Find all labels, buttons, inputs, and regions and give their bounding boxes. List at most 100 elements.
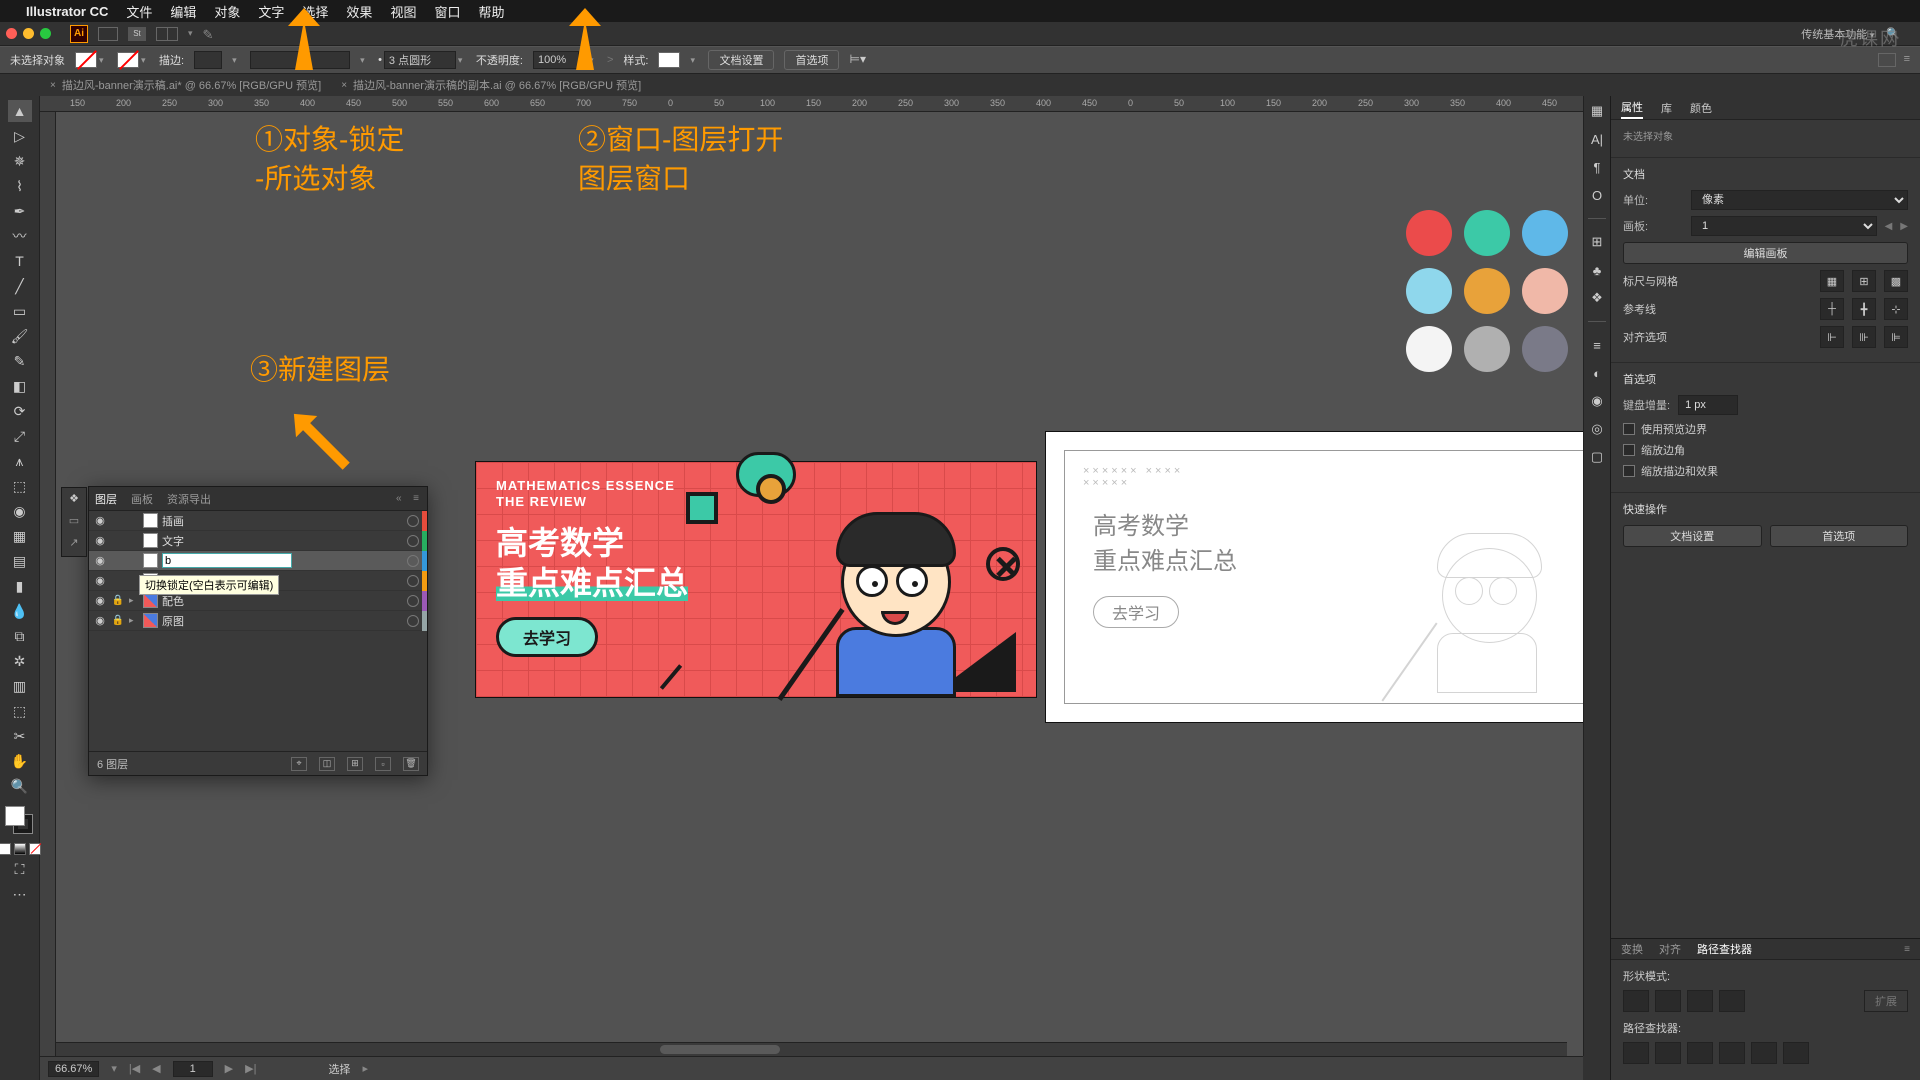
minus-front-icon[interactable] <box>1655 990 1681 1012</box>
zoom-level[interactable]: 66.67% <box>48 1061 99 1077</box>
trim-icon[interactable] <box>1655 1042 1681 1064</box>
appearance-panel-icon[interactable]: ◎ <box>1588 420 1606 438</box>
tab-libraries[interactable]: 库 <box>1661 100 1672 116</box>
gradient-panel-icon[interactable]: ◐ <box>1588 364 1606 382</box>
slice-tool[interactable]: ✂ <box>8 725 32 747</box>
stroke-profile-input[interactable] <box>384 51 456 69</box>
new-layer-icon[interactable]: ▫ <box>375 757 391 771</box>
type-tool[interactable]: T <box>8 250 32 272</box>
rectangle-tool[interactable]: ▭ <box>8 300 32 322</box>
gradient-tool[interactable]: ▮ <box>8 575 32 597</box>
exclude-icon[interactable] <box>1719 990 1745 1012</box>
preferences-button[interactable]: 首选项 <box>784 50 839 70</box>
hand-tool[interactable]: ✋ <box>8 750 32 772</box>
color-mode-gradient[interactable] <box>14 843 26 855</box>
stroke-panel-icon[interactable]: ≡ <box>1588 336 1606 354</box>
smart-guides-icon[interactable]: ⊹ <box>1884 298 1908 320</box>
snap-grid-icon[interactable]: ⊫ <box>1884 326 1908 348</box>
palette-swatch[interactable] <box>1522 326 1568 372</box>
tab-color[interactable]: 颜色 <box>1690 100 1712 116</box>
direct-selection-tool[interactable]: ▷ <box>8 125 32 147</box>
layer-row[interactable]: ◉🔒 ▸ 原图 <box>89 611 427 631</box>
layer-name[interactable]: 插画 <box>162 513 403 529</box>
menu-type[interactable]: 文字 <box>258 2 284 21</box>
visibility-toggle-icon[interactable]: ◉ <box>93 594 107 607</box>
crop-icon[interactable] <box>1719 1042 1745 1064</box>
brushes-panel-icon[interactable]: ♣ <box>1588 261 1606 279</box>
nav-prev-icon[interactable]: ◀ <box>152 1062 160 1075</box>
paintbrush-tool[interactable]: 🖌 <box>8 325 32 347</box>
tab-layers[interactable]: 图层 <box>95 491 117 507</box>
palette-swatch[interactable] <box>1464 326 1510 372</box>
menu-help[interactable]: 帮助 <box>478 2 504 21</box>
locate-object-icon[interactable]: ⌖ <box>291 757 307 771</box>
palette-swatch[interactable] <box>1464 210 1510 256</box>
mesh-tool[interactable]: ▤ <box>8 550 32 572</box>
document-tab-1[interactable]: × 描边风-banner演示稿.ai* @ 66.67% [RGB/GPU 预览… <box>40 74 331 96</box>
symbol-sprayer-tool[interactable]: ✲ <box>8 650 32 672</box>
zoom-tool[interactable]: 🔍 <box>8 775 32 797</box>
tab-align[interactable]: 对齐 <box>1659 941 1681 957</box>
document-tab-2[interactable]: × 描边风-banner演示稿的副本.ai @ 66.67% [RGB/GPU … <box>331 74 651 96</box>
column-graph-tool[interactable]: ▥ <box>8 675 32 697</box>
lock-icon[interactable]: 🔒 <box>111 595 125 606</box>
stroke-dropdown-icon[interactable]: ▾ <box>141 55 149 66</box>
nav-last-icon[interactable]: ▶| <box>245 1062 256 1075</box>
palette-swatch[interactable] <box>1522 210 1568 256</box>
menu-view[interactable]: 视图 <box>390 2 416 21</box>
visibility-toggle-icon[interactable]: ◉ <box>93 554 107 567</box>
opentype-panel-icon[interactable]: O <box>1588 186 1606 204</box>
snap-pixel-icon[interactable]: ⊩ <box>1820 326 1844 348</box>
swatches-panel-icon[interactable]: ⊞ <box>1588 233 1606 251</box>
target-icon[interactable] <box>407 555 419 567</box>
artboard-select[interactable]: 1 <box>1691 216 1877 236</box>
outline-icon[interactable] <box>1751 1042 1777 1064</box>
transparency-grid-icon[interactable]: ▩ <box>1884 270 1908 292</box>
tab-asset-export[interactable]: 资源导出 <box>167 491 211 507</box>
artboards-panel-icon[interactable]: ▭ <box>66 514 82 530</box>
nav-next-icon[interactable]: ▶ <box>225 1062 233 1075</box>
visibility-toggle-icon[interactable]: ◉ <box>93 534 107 547</box>
snap-point-icon[interactable]: ⊪ <box>1852 326 1876 348</box>
prev-artboard-icon[interactable]: ◀ <box>1885 221 1893 232</box>
menu-effect[interactable]: 效果 <box>346 2 372 21</box>
edit-toolbar-icon[interactable]: ⋯ <box>8 883 32 905</box>
document-setup-button[interactable]: 文档设置 <box>708 50 774 70</box>
fill-swatch[interactable] <box>75 52 97 68</box>
merge-icon[interactable] <box>1687 1042 1713 1064</box>
rotate-tool[interactable]: ⟳ <box>8 400 32 422</box>
checkbox-scale-corners[interactable] <box>1623 444 1635 456</box>
visibility-toggle-icon[interactable]: ◉ <box>93 574 107 587</box>
arrange-dropdown-icon[interactable]: ▾ <box>188 28 193 39</box>
eyedropper-tool[interactable]: 💧 <box>8 600 32 622</box>
app-name[interactable]: Illustrator CC <box>26 4 108 19</box>
checkbox-preview-bounds[interactable] <box>1623 423 1635 435</box>
palette-swatch[interactable] <box>1406 326 1452 372</box>
eraser-tool[interactable]: ◧ <box>8 375 32 397</box>
show-guides-icon[interactable]: ┼ <box>1820 298 1844 320</box>
expand-button[interactable]: 扩展 <box>1864 990 1908 1012</box>
target-icon[interactable] <box>407 615 419 627</box>
control-menu-icon[interactable]: ≡ <box>1904 53 1910 67</box>
character-panel-icon[interactable]: A| <box>1588 130 1606 148</box>
free-transform-tool[interactable]: ⬚ <box>8 475 32 497</box>
paragraph-panel-icon[interactable]: ¶ <box>1588 158 1606 176</box>
target-icon[interactable] <box>407 595 419 607</box>
maximize-window-button[interactable] <box>40 28 51 39</box>
disclosure-icon[interactable]: ▸ <box>129 595 139 606</box>
key-increment-input[interactable] <box>1678 395 1738 415</box>
close-tab-icon[interactable]: × <box>50 80 56 91</box>
layer-name[interactable]: 原图 <box>162 613 403 629</box>
palette-swatch[interactable] <box>1522 268 1568 314</box>
divide-icon[interactable] <box>1623 1042 1649 1064</box>
shaper-tool[interactable]: ✎ <box>8 350 32 372</box>
perspective-grid-tool[interactable]: ▦ <box>8 525 32 547</box>
vertical-ruler[interactable] <box>40 112 56 1056</box>
layers-panel-icon[interactable]: ❖ <box>66 492 82 508</box>
new-sublayer-icon[interactable]: ⊞ <box>347 757 363 771</box>
panel-toggle-icon[interactable] <box>1878 53 1896 67</box>
width-tool[interactable]: ⩚ <box>8 450 32 472</box>
layer-name-input[interactable] <box>162 553 292 568</box>
lock-icon[interactable]: 🔒 <box>111 615 125 626</box>
stroke-weight-stepper-icon[interactable]: ▾ <box>232 55 240 66</box>
